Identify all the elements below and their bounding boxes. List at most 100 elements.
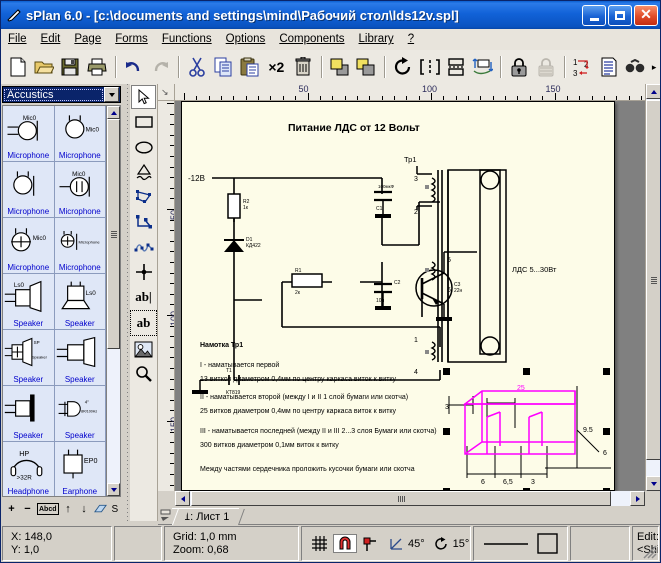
vertical-scroll-thumb[interactable]: [646, 100, 660, 460]
connection-point-tool[interactable]: [131, 260, 156, 284]
library-eraser-button[interactable]: [93, 502, 107, 516]
list-item[interactable]: Microphone Microphone: [54, 218, 106, 274]
library-scroll-track[interactable]: [107, 119, 120, 483]
chevron-down-icon[interactable]: [104, 87, 119, 102]
maximize-button[interactable]: [608, 4, 632, 26]
chevron-down-icon[interactable]: [107, 483, 120, 496]
duplicate-x2-icon[interactable]: ×2: [263, 53, 289, 81]
resize-grip[interactable]: [643, 545, 657, 559]
menu-components[interactable]: Components: [272, 31, 351, 48]
library-scrollbar[interactable]: [106, 106, 120, 496]
lock-icon[interactable]: [506, 53, 532, 81]
menu-edit[interactable]: Edit: [34, 31, 68, 48]
list-item[interactable]: EP0 Earphone: [54, 442, 106, 496]
library-selector[interactable]: Accustics: [2, 86, 121, 103]
library-grid-container: Mic0 Microphone Mic0 Microphone Micropho…: [2, 105, 121, 497]
sheet-tab-1[interactable]: 1: Лист 1: [172, 508, 240, 525]
menu-help[interactable]: ?: [401, 31, 421, 48]
library-rename-button[interactable]: Abcd: [37, 503, 59, 515]
polygon-tool[interactable]: [131, 185, 156, 209]
scroll-left-icon[interactable]: [175, 491, 190, 506]
scroll-down-icon[interactable]: [646, 476, 660, 491]
minimize-button[interactable]: [582, 4, 606, 26]
list-item[interactable]: Speaker: [3, 386, 55, 442]
status-spacer-2: [570, 526, 630, 561]
parts-list-icon[interactable]: [596, 53, 622, 81]
grid-toggle-icon[interactable]: [306, 535, 333, 552]
menu-forms[interactable]: Forms: [108, 31, 155, 48]
mirror-horizontal-icon[interactable]: [416, 53, 442, 81]
select-pointer-tool[interactable]: [131, 85, 156, 109]
library-add-button[interactable]: +: [5, 502, 18, 516]
menu-file[interactable]: File: [1, 31, 34, 48]
cut-icon[interactable]: [184, 53, 210, 81]
list-item[interactable]: Ls0 Speaker: [54, 274, 106, 330]
mirror-vertical-icon[interactable]: [443, 53, 469, 81]
chevron-up-icon[interactable]: [107, 106, 120, 119]
image-tool[interactable]: [131, 337, 156, 361]
list-item[interactable]: Mic0 Microphone: [3, 106, 55, 162]
library-move-up-button[interactable]: ↑: [62, 502, 75, 516]
rotate-15-button[interactable]: 15°: [430, 536, 475, 551]
fill-style-swatch[interactable]: [537, 533, 558, 554]
schematic-page[interactable]: Питание ЛДС от 12 Вольт -12В R2 1к D1 КД…: [181, 101, 615, 491]
connection-point-icon[interactable]: [357, 536, 384, 552]
dimension-label: 9.5: [583, 427, 593, 434]
bezier-curve-tool[interactable]: [131, 235, 156, 259]
menu-functions[interactable]: Functions: [155, 31, 219, 48]
svg-text:2: 2: [414, 209, 418, 216]
delete-trash-icon[interactable]: [289, 53, 315, 81]
list-item[interactable]: Ls0 Speaker: [3, 274, 55, 330]
list-item[interactable]: 4" 8R/100Hz Speaker: [54, 386, 106, 442]
ellipse-tool[interactable]: [131, 135, 156, 159]
library-remove-button[interactable]: −: [21, 502, 34, 516]
rectangle-tool[interactable]: [131, 110, 156, 134]
menu-page[interactable]: Page: [67, 31, 108, 48]
undo-icon[interactable]: [121, 53, 147, 81]
angle-45-button[interactable]: 45°: [384, 537, 430, 551]
library-sort-button[interactable]: S: [112, 504, 119, 515]
renumber-icon[interactable]: 123: [570, 53, 596, 81]
bring-to-front-icon[interactable]: [327, 53, 353, 81]
list-item[interactable]: Mic0 Microphone: [3, 218, 55, 274]
canvas-horizontal-scrollbar[interactable]: [175, 491, 645, 506]
list-item[interactable]: Mic0 Microphone: [54, 162, 106, 218]
list-item[interactable]: SP Speaker Speaker: [3, 330, 55, 386]
copy-icon[interactable]: [211, 53, 237, 81]
paste-icon[interactable]: [237, 53, 263, 81]
menu-options[interactable]: Options: [219, 31, 273, 48]
send-to-back-icon[interactable]: [353, 53, 379, 81]
list-item[interactable]: Microphone: [3, 162, 55, 218]
align-icon[interactable]: [469, 53, 495, 81]
menu-library[interactable]: Library: [352, 31, 401, 48]
scroll-right-icon[interactable]: [630, 491, 645, 506]
toolbar-overflow-button[interactable]: ▸: [649, 53, 660, 81]
horizontal-scroll-thumb[interactable]: [191, 491, 611, 506]
list-item[interactable]: Mic0 Microphone: [54, 106, 106, 162]
find-icon[interactable]: [622, 53, 648, 81]
menu-forms-label: Forms: [115, 33, 148, 45]
polyline-tool[interactable]: [131, 210, 156, 234]
zoom-tool[interactable]: [131, 362, 156, 386]
line-style-swatch[interactable]: [483, 539, 529, 549]
save-icon[interactable]: [57, 53, 83, 81]
snap-magnet-icon[interactable]: [333, 534, 357, 553]
open-file-icon[interactable]: [31, 53, 57, 81]
scroll-up-icon[interactable]: [646, 84, 660, 99]
new-file-icon[interactable]: [5, 53, 31, 81]
canvas-vertical-scrollbar[interactable]: [645, 84, 660, 491]
library-move-down-button[interactable]: ↓: [78, 502, 91, 516]
print-icon[interactable]: [84, 53, 110, 81]
list-item[interactable]: Speaker: [54, 330, 106, 386]
special-shape-tool[interactable]: [131, 160, 156, 184]
tab-scroll-left-icon[interactable]: [158, 507, 172, 524]
list-item[interactable]: HP >32R Headphone: [3, 442, 55, 496]
close-button[interactable]: ✕: [634, 4, 658, 26]
core-3d-drawing[interactable]: 25 3 9.5 6 6 6,5 3: [443, 368, 611, 490]
ruler-origin-corner[interactable]: ↘: [158, 84, 175, 101]
text-box-tool[interactable]: ab: [130, 310, 157, 336]
rotate-icon[interactable]: [390, 53, 416, 81]
text-tool[interactable]: ab|: [131, 285, 156, 309]
library-scroll-thumb[interactable]: [107, 119, 120, 349]
drawing-canvas[interactable]: Питание ЛДС от 12 Вольт -12В R2 1к D1 КД…: [175, 101, 645, 491]
